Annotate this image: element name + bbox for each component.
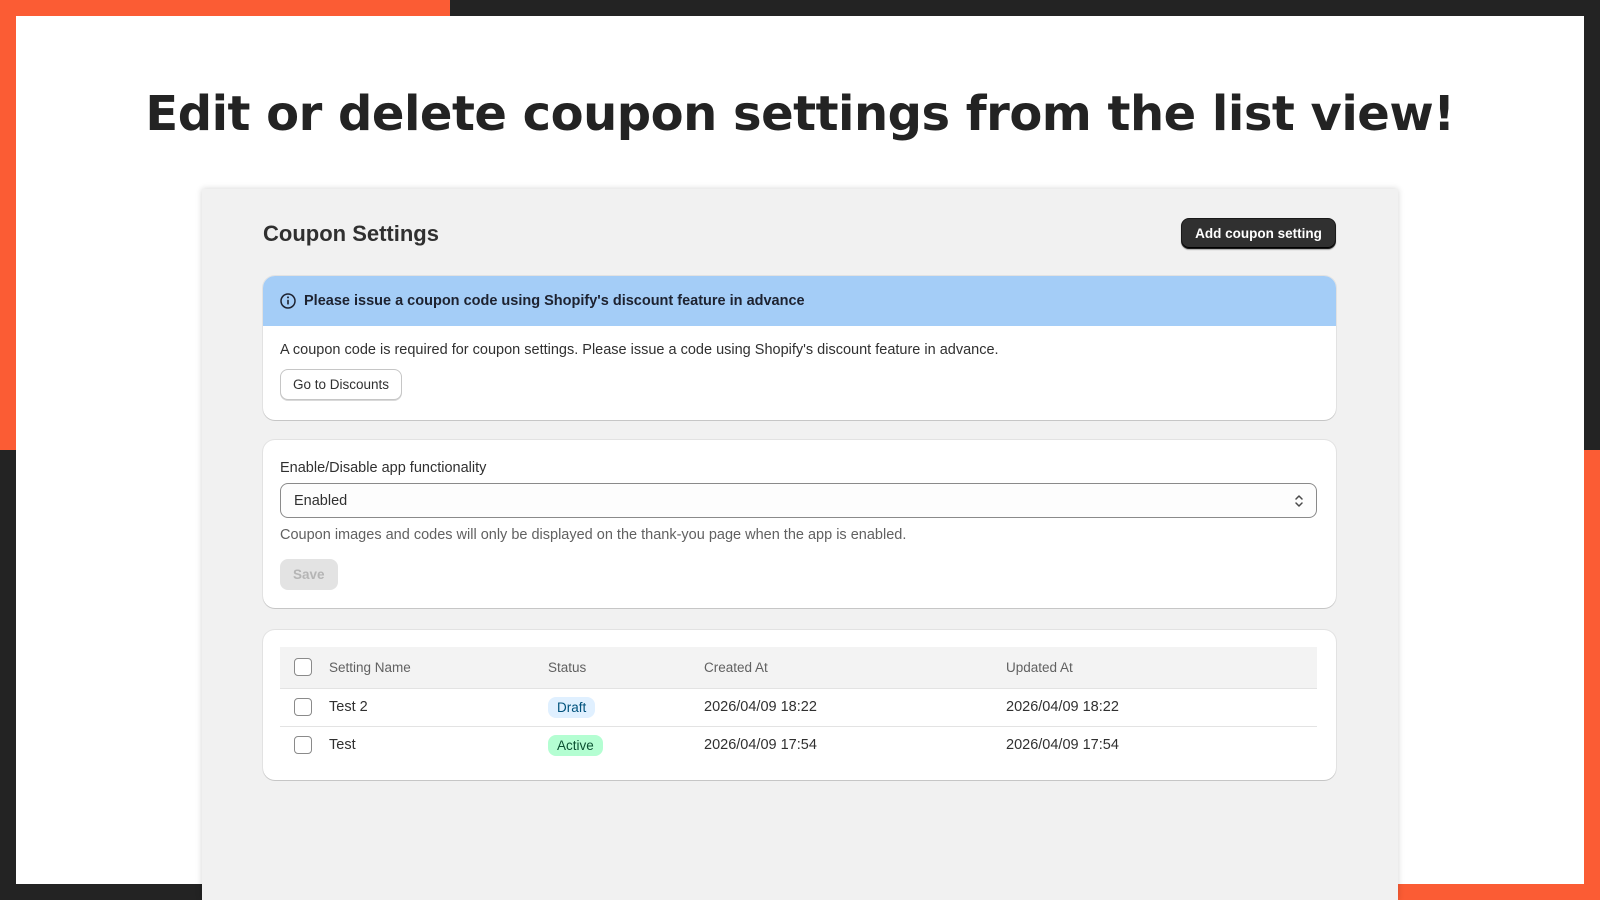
table-row[interactable]: Test 2 Draft 2026/04/09 18:22 2026/04/09… [280, 688, 1317, 726]
settings-table: Setting Name Status Created At Updated A… [280, 647, 1317, 764]
save-button[interactable]: Save [280, 559, 338, 590]
status-badge: Active [548, 734, 603, 756]
table-header-row: Setting Name Status Created At Updated A… [280, 647, 1317, 688]
column-header-setting-name[interactable]: Setting Name [329, 647, 548, 688]
row-checkbox[interactable] [294, 698, 312, 716]
add-coupon-setting-button[interactable]: Add coupon setting [1181, 218, 1336, 249]
banner-header: Please issue a coupon code using Shopify… [263, 276, 1336, 326]
created-at: 2026/04/09 17:54 [704, 737, 817, 754]
info-icon [279, 292, 297, 310]
info-banner: Please issue a coupon code using Shopify… [263, 276, 1336, 420]
select-all-checkbox[interactable] [294, 658, 312, 677]
settings-table-card: Setting Name Status Created At Updated A… [263, 630, 1336, 780]
banner-text: A coupon code is required for coupon set… [280, 342, 999, 358]
column-header-updated-at[interactable]: Updated At [1006, 647, 1317, 688]
functionality-select[interactable]: Enabled [280, 483, 1317, 518]
updated-at: 2026/04/09 18:22 [1006, 699, 1119, 715]
setting-name[interactable]: Test [329, 726, 548, 764]
updated-at: 2026/04/09 17:54 [1006, 737, 1119, 754]
functionality-label: Enable/Disable app functionality [280, 460, 487, 476]
status-badge: Draft [548, 696, 596, 718]
functionality-help-text: Coupon images and codes will only be dis… [280, 527, 907, 543]
row-checkbox[interactable] [294, 736, 312, 755]
banner-body: A coupon code is required for coupon set… [263, 326, 1336, 416]
created-at: 2026/04/09 18:22 [704, 699, 817, 715]
select-value: Enabled [294, 492, 348, 509]
setting-name[interactable]: Test 2 [329, 688, 548, 726]
slide-headline: Edit or delete coupon settings from the … [145, 86, 1455, 142]
banner-title: Please issue a coupon code using Shopify… [304, 293, 805, 309]
table-row[interactable]: Test Active 2026/04/09 17:54 2026/04/09 … [280, 726, 1317, 764]
page-title: Coupon Settings [263, 221, 439, 246]
functionality-card: Enable/Disable app functionality Enabled… [263, 440, 1336, 608]
select-chevron-icon [1293, 493, 1305, 509]
column-header-created-at[interactable]: Created At [704, 647, 1006, 688]
go-to-discounts-button[interactable]: Go to Discounts [280, 369, 403, 400]
column-header-status[interactable]: Status [548, 647, 704, 688]
app-window: Coupon Settings Add coupon setting Pleas… [202, 189, 1398, 900]
